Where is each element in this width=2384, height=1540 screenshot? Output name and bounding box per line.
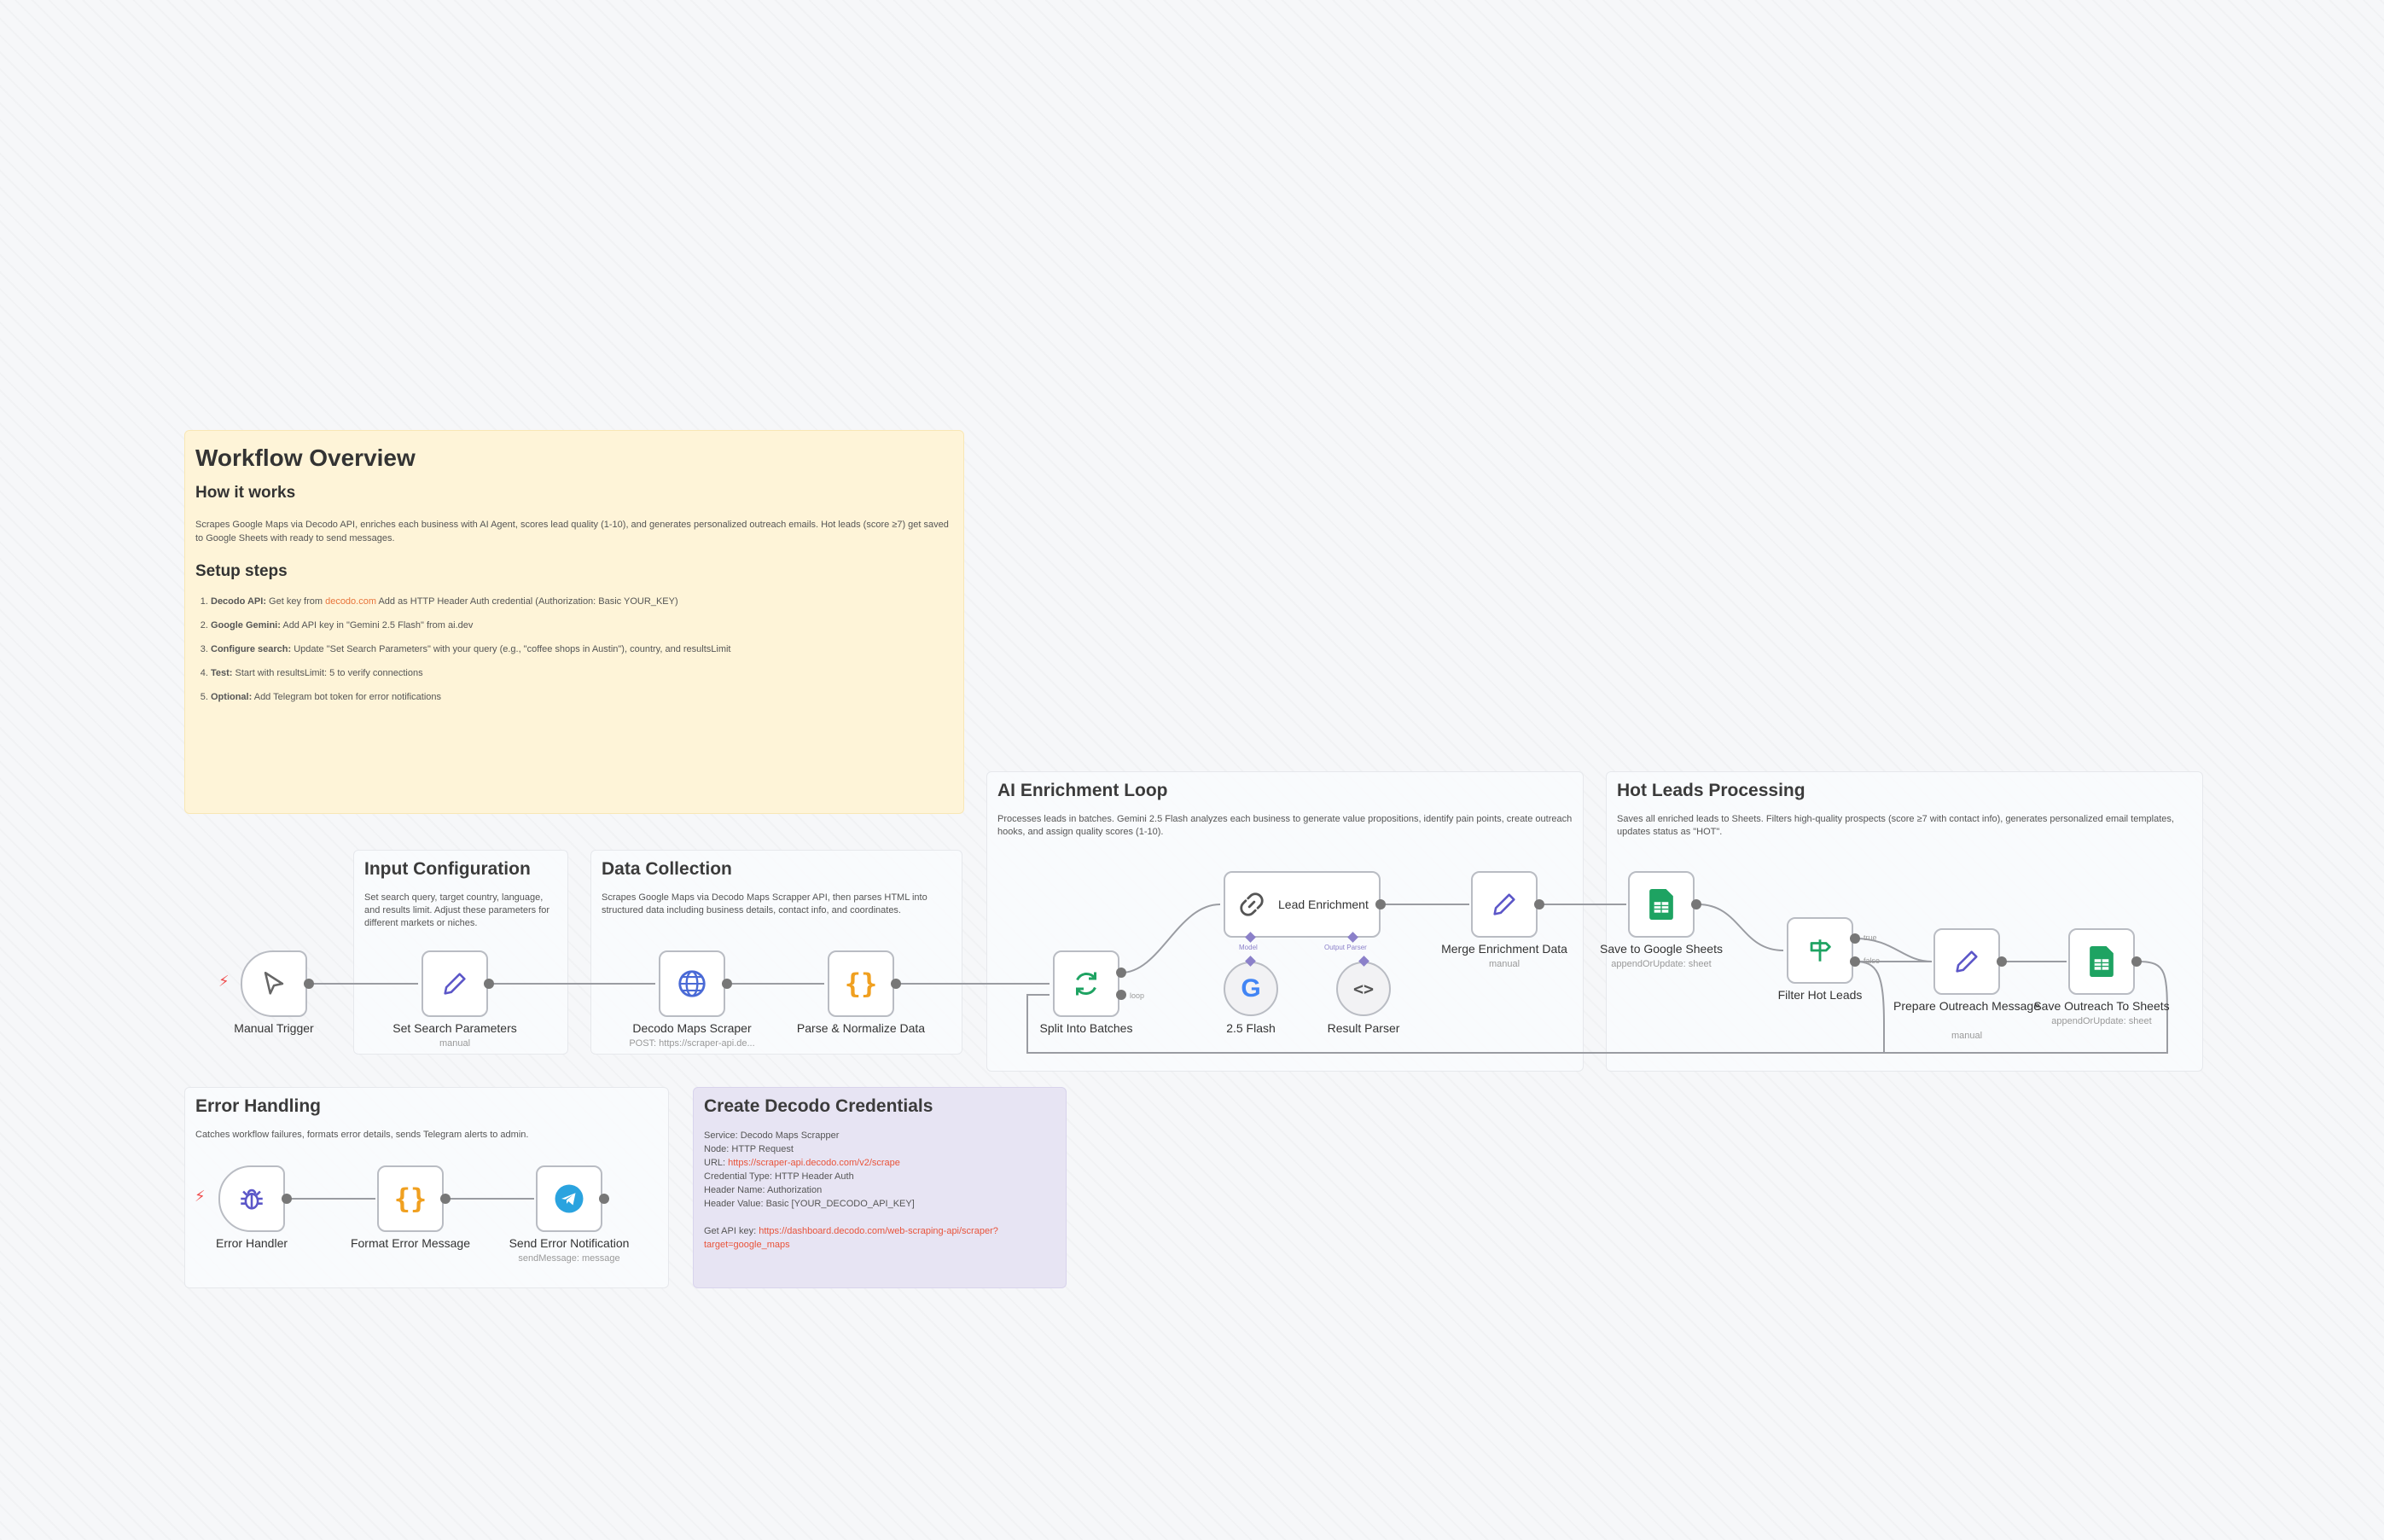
true-tag: true xyxy=(1864,933,1877,942)
node-subtitle: manual xyxy=(439,1038,471,1049)
node-filter-hot-leads[interactable] xyxy=(1787,917,1853,984)
cursor-icon xyxy=(264,971,284,995)
node-label: Set Search Parameters xyxy=(392,1021,517,1035)
node-save-outreach-to-sheets[interactable] xyxy=(2068,928,2135,995)
output-handle[interactable] xyxy=(599,1194,609,1204)
connections-layer xyxy=(287,904,2168,1200)
trigger-bolt-icon: ⚡ xyxy=(195,1188,206,1205)
output-handle[interactable] xyxy=(1534,899,1544,909)
node-merge-enrichment-data[interactable] xyxy=(1471,871,1538,938)
loop-tag: loop xyxy=(1130,991,1145,1000)
output-handle[interactable] xyxy=(1691,899,1701,909)
refresh-icon xyxy=(1076,972,1096,996)
output-handle[interactable] xyxy=(891,979,901,989)
globe-icon xyxy=(678,970,706,997)
node-label: Manual Trigger xyxy=(234,1021,314,1035)
output-handle[interactable] xyxy=(1997,956,2007,967)
node-label: Decodo Maps Scraper xyxy=(632,1021,752,1035)
node-parse-normalize-data[interactable]: {} xyxy=(828,950,894,1017)
link-icon xyxy=(1240,892,1264,916)
node-set-search-parameters[interactable] xyxy=(422,950,488,1017)
node-subtitle: manual xyxy=(1488,959,1521,969)
node-lead-enrichment[interactable]: Lead Enrichment xyxy=(1224,871,1381,938)
output-handle[interactable] xyxy=(282,1194,292,1204)
node-subtitle: sendMessage: message xyxy=(518,1253,620,1264)
node-label: Format Error Message xyxy=(350,1236,471,1250)
google-sheets-icon xyxy=(2090,946,2114,977)
node-decodo-maps-scraper[interactable] xyxy=(659,950,725,1017)
pencil-icon xyxy=(444,973,466,995)
output-handle-true[interactable] xyxy=(1850,933,1860,944)
pencil-icon xyxy=(1956,950,1978,973)
bug-icon xyxy=(241,1188,263,1210)
trigger-bolt-icon: ⚡ xyxy=(218,973,230,990)
node-result-parser[interactable]: <> xyxy=(1336,962,1391,1016)
output-handle[interactable] xyxy=(722,979,732,989)
node-subtitle: manual xyxy=(1951,1031,1983,1041)
model-tag: Model xyxy=(1239,944,1258,951)
output-handle-loop[interactable] xyxy=(1116,990,1126,1000)
node-label: Filter Hot Leads xyxy=(1777,988,1863,1002)
false-tag: false xyxy=(1864,956,1881,965)
google-sheets-icon xyxy=(1649,889,1673,920)
node-label: Send Error Notification xyxy=(509,1236,630,1250)
node-label: Error Handler xyxy=(215,1236,288,1250)
edge xyxy=(1120,904,1221,973)
node-format-error-message[interactable]: {} xyxy=(377,1165,444,1232)
output-handle-false[interactable] xyxy=(1850,956,1860,967)
node-subtitle: appendOrUpdate: sheet xyxy=(2051,1016,2152,1026)
node-label: Result Parser xyxy=(1327,1021,1400,1035)
node-error-handler[interactable] xyxy=(218,1165,285,1232)
code-braces-icon: {} xyxy=(844,968,878,1000)
node-gemini-2-5-flash[interactable]: G xyxy=(1224,962,1278,1016)
node-prepare-outreach-message[interactable] xyxy=(1933,928,2000,995)
output-handle[interactable] xyxy=(484,979,494,989)
node-save-to-google-sheets[interactable] xyxy=(1628,871,1695,938)
node-split-into-batches[interactable] xyxy=(1053,950,1119,1017)
node-label: Save to Google Sheets xyxy=(1600,942,1723,956)
code-braces-icon: {} xyxy=(393,1183,427,1215)
node-manual-trigger[interactable] xyxy=(241,950,307,1017)
node-label: Parse & Normalize Data xyxy=(796,1021,926,1035)
output-handle[interactable] xyxy=(2131,956,2142,967)
parser-tag: Output Parser xyxy=(1324,944,1367,951)
signpost-icon xyxy=(1810,939,1831,962)
output-handle[interactable] xyxy=(440,1194,451,1204)
output-handle[interactable] xyxy=(1375,899,1386,909)
node-subtitle: appendOrUpdate: sheet xyxy=(1611,959,1712,969)
edge xyxy=(1854,961,1885,1053)
node-label: Save Outreach To Sheets xyxy=(2033,999,2170,1013)
node-subtitle: POST: https://scraper-api.de... xyxy=(629,1038,755,1049)
code-icon: <> xyxy=(1352,979,1375,999)
telegram-icon xyxy=(555,1184,584,1213)
node-label: Lead Enrichment xyxy=(1278,898,1369,911)
output-handle[interactable] xyxy=(304,979,314,989)
node-send-error-notification[interactable] xyxy=(536,1165,602,1232)
google-icon: G xyxy=(1241,974,1261,1002)
node-label: Merge Enrichment Data xyxy=(1441,942,1567,956)
output-handle-done[interactable] xyxy=(1116,968,1126,978)
pencil-icon xyxy=(1493,893,1515,915)
node-label: Split Into Batches xyxy=(1039,1021,1133,1035)
